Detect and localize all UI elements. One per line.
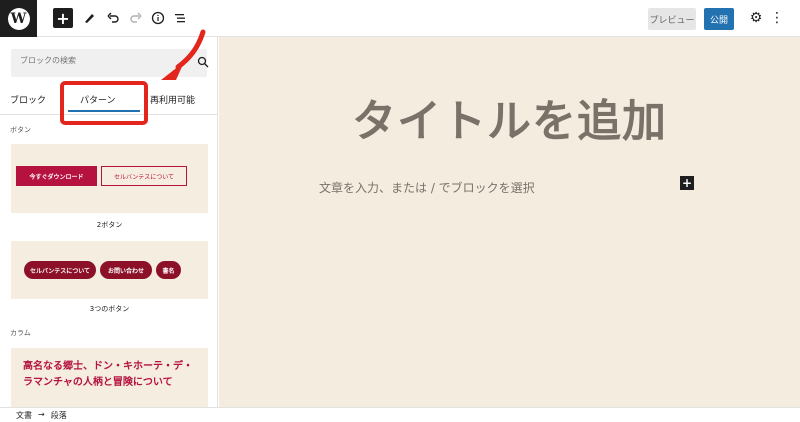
top-toolbar: W + プレビュー 公開 ⚙ ⋮: [0, 0, 800, 37]
tab-reusable[interactable]: 再利用可能: [150, 93, 195, 106]
editor-canvas: タイトルを追加 文章を入力、または / でブロックを選択 +: [219, 37, 800, 407]
preview-button[interactable]: プレビュー: [648, 8, 696, 30]
redo-button[interactable]: [126, 8, 146, 28]
category-label-buttons: ボタン: [10, 126, 31, 134]
category-label-columns: カラム: [10, 329, 31, 337]
block-search-input[interactable]: [20, 56, 180, 65]
pencil-icon: [85, 14, 94, 23]
undo-icon: [107, 12, 119, 23]
pattern-button-download: 今すぐダウンロード: [16, 166, 97, 186]
details-button[interactable]: [148, 8, 168, 28]
tab-blocks[interactable]: ブロック: [10, 93, 46, 106]
list-view-button[interactable]: [170, 8, 190, 28]
search-icon[interactable]: [197, 56, 209, 68]
pattern-pill-about: セルバンテスについて: [24, 261, 96, 279]
pattern-preview-three-buttons[interactable]: セルバンテスについて お問い合わせ 書名: [11, 241, 208, 299]
annotation-highlight-box: [60, 81, 148, 125]
pattern-name: 2ボタン: [96, 221, 123, 229]
pattern-preview-columns[interactable]: 高名なる郷士、ドン・キホーテ・デ・ラマンチャの人柄と冒険について: [11, 348, 208, 407]
breadcrumb-paragraph[interactable]: 段落: [51, 410, 67, 421]
info-icon: [151, 11, 165, 25]
list-view-icon: [175, 14, 185, 23]
inline-add-block-button[interactable]: +: [680, 176, 694, 190]
editor-footer: 文書 → 段落: [0, 407, 800, 422]
add-block-button[interactable]: +: [53, 8, 73, 28]
pattern-heading-text: 高名なる郷士、ドン・キホーテ・デ・ラマンチャの人柄と冒険について: [23, 361, 193, 388]
breadcrumb-document[interactable]: 文書: [16, 410, 32, 421]
block-search-box: [11, 49, 209, 77]
settings-gear-icon[interactable]: ⚙: [748, 10, 764, 26]
undo-button[interactable]: [103, 8, 123, 28]
pattern-preview-two-buttons[interactable]: 今すぐダウンロード セルバンテスについて: [11, 144, 208, 213]
pattern-pill-contact: お問い合わせ: [100, 261, 152, 279]
paragraph-placeholder[interactable]: 文章を入力、または / でブロックを選択: [319, 179, 535, 196]
block-inserter-panel: ブロック パターン 再利用可能 ボタン 今すぐダウンロード セルバンテスについて…: [0, 37, 218, 407]
publish-button[interactable]: 公開: [704, 8, 734, 30]
pattern-button-about: セルバンテスについて: [101, 166, 187, 186]
edit-tools-button[interactable]: [79, 8, 99, 28]
wordpress-logo-button[interactable]: W: [0, 0, 37, 37]
pattern-pill-book: 書名: [156, 261, 181, 279]
breadcrumb: 文書 → 段落: [16, 410, 67, 421]
pattern-name: 3つのボタン: [89, 305, 130, 313]
breadcrumb-arrow-icon: →: [38, 410, 45, 419]
redo-icon: [130, 12, 142, 23]
wordpress-logo-icon: W: [7, 7, 30, 30]
more-options-icon[interactable]: ⋮: [770, 10, 784, 26]
post-title-field[interactable]: タイトルを追加: [219, 85, 800, 149]
